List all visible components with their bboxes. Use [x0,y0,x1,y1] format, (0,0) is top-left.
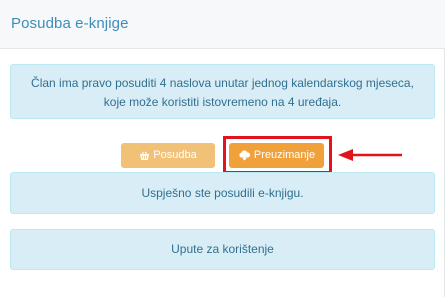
success-message: Uspješno ste posudili e-knjigu. [10,172,435,214]
pointer-arrow-icon [338,149,402,161]
basket-icon [139,150,150,161]
download-highlight-box [223,136,332,174]
notice-line-2: koje može koristiti istovremeno na 4 ure… [103,95,342,109]
panel-header: Posudba e-knjige [0,0,445,49]
notice-line-1: Član ima pravo posuditi 4 naslova unutar… [31,76,414,90]
instructions-link[interactable]: Upute za korištenje [10,229,435,270]
loan-limit-notice: Član ima pravo posuditi 4 naslova unutar… [10,64,435,119]
panel-title: Posudba e-knjige [11,15,129,32]
borrow-button[interactable]: Posudba [121,143,215,168]
ebook-loan-panel: Posudba e-knjige Član ima pravo posuditi… [0,0,445,297]
borrow-button-label: Posudba [153,149,197,161]
